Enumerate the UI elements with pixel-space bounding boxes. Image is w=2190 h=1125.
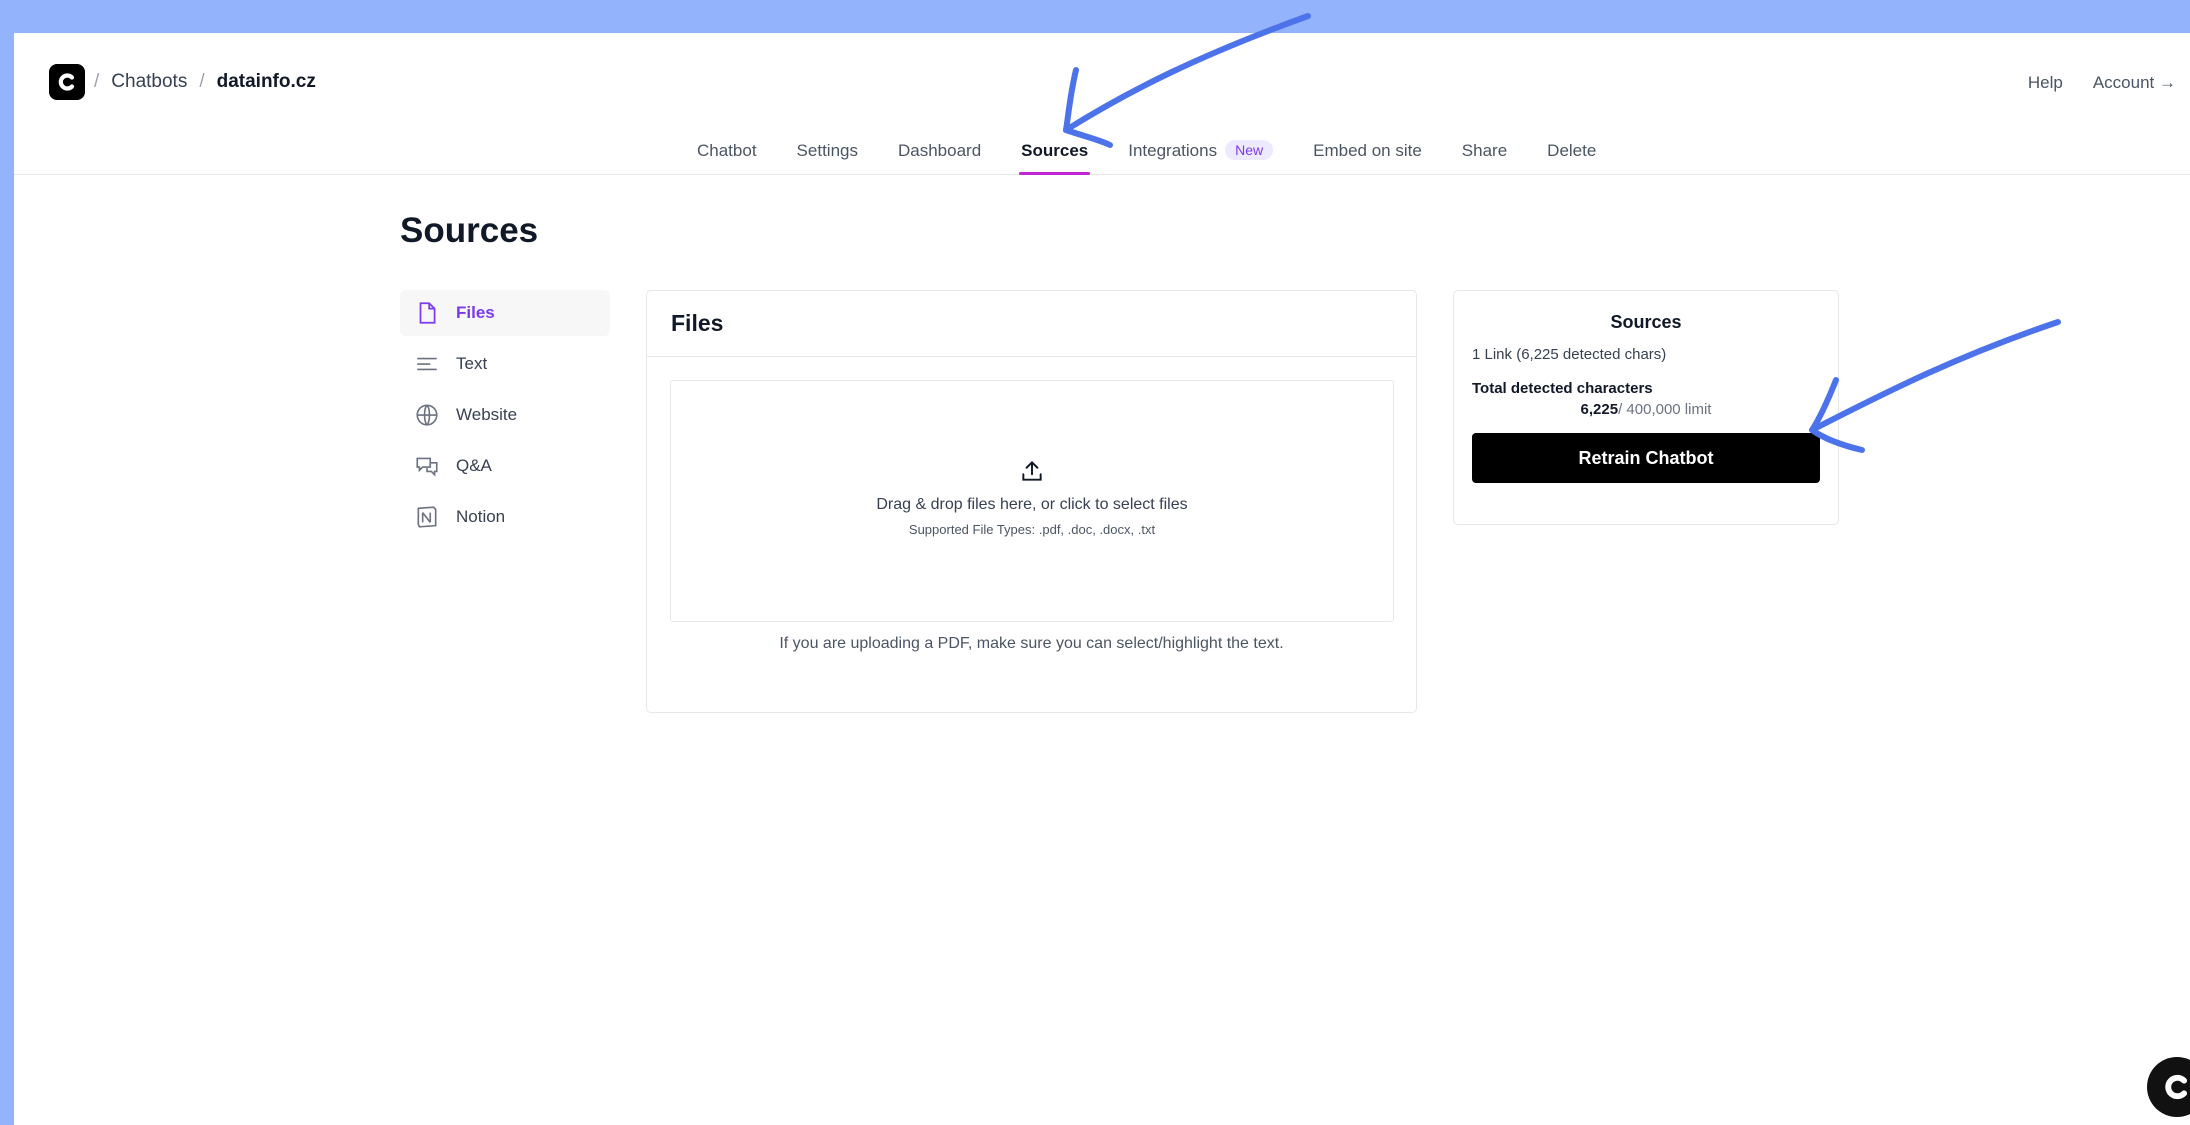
tab-label: Chatbot [697, 141, 757, 160]
sources-summary-panel: Sources 1 Link (6,225 detected chars) To… [1453, 290, 1839, 525]
help-link[interactable]: Help [2028, 73, 2063, 93]
side-item-label: Notion [456, 507, 506, 526]
chatbase-logo[interactable] [49, 64, 85, 100]
tab-label: Embed on site [1313, 141, 1422, 160]
side-item-text[interactable]: Text [400, 341, 610, 387]
tab-bar: Chatbot Settings Dashboard Sources Integ… [677, 140, 1616, 175]
breadcrumb-chatbots[interactable]: Chatbots [111, 71, 187, 93]
globe-icon [416, 404, 438, 426]
character-count-value: 6,225 [1580, 401, 1619, 418]
pdf-note: If you are uploading a PDF, make sure yo… [779, 635, 1284, 652]
side-item-qa[interactable]: Q&A [400, 443, 610, 489]
tab-sources[interactable]: Sources [1001, 141, 1108, 175]
notion-icon [417, 506, 437, 528]
side-item-label: Q&A [456, 456, 492, 475]
tab-integrations[interactable]: Integrations New [1108, 140, 1293, 175]
sources-summary-title: Sources [1610, 312, 1682, 332]
side-item-files[interactable]: Files [400, 290, 610, 336]
text-lines-icon [417, 357, 437, 371]
header-links: Help Account → [2028, 73, 2176, 93]
upload-icon [1022, 460, 1042, 481]
tab-delete[interactable]: Delete [1527, 141, 1616, 175]
chat-widget-launcher[interactable] [2147, 1057, 2190, 1117]
chat-bubbles-icon [416, 457, 438, 477]
retrain-chatbot-button[interactable]: Retrain Chatbot [1472, 433, 1820, 483]
dropzone-text: Drag & drop files here, or click to sele… [876, 495, 1188, 513]
side-item-notion[interactable]: Notion [400, 494, 610, 540]
links-summary: 1 Link (6,225 detected chars) [1472, 346, 1667, 363]
tab-embed[interactable]: Embed on site [1293, 141, 1442, 175]
total-characters-label: Total detected characters [1472, 380, 1653, 397]
files-panel: Files Drag & drop files here, or click t… [646, 290, 1417, 713]
character-limit: / 400,000 limit [1618, 401, 1712, 418]
page-title: Sources [400, 211, 539, 250]
logo-c-icon [2165, 1074, 2188, 1100]
tab-label: Integrations [1128, 141, 1218, 160]
breadcrumb-current[interactable]: datainfo.cz [217, 71, 316, 93]
tab-label: Dashboard [897, 141, 982, 160]
supported-file-types: Supported File Types: .pdf, .doc, .docx,… [908, 521, 1156, 537]
file-icon [419, 302, 436, 324]
logo-c-icon [58, 73, 75, 91]
side-item-label: Website [456, 405, 518, 424]
side-item-label: Files [456, 303, 495, 322]
new-badge: New [1225, 140, 1274, 160]
tab-label: Sources [1021, 141, 1089, 160]
tab-settings[interactable]: Settings [777, 141, 878, 175]
tab-dashboard[interactable]: Dashboard [878, 141, 1001, 175]
side-item-website[interactable]: Website [400, 392, 610, 438]
tab-label: Delete [1547, 141, 1597, 160]
top-header: / Chatbots / datainfo.cz Help Account → … [14, 33, 2190, 175]
tab-share[interactable]: Share [1442, 141, 1527, 175]
file-dropzone[interactable]: Drag & drop files here, or click to sele… [670, 380, 1394, 622]
tab-label: Share [1461, 141, 1508, 160]
account-link[interactable]: Account → [2093, 73, 2176, 93]
files-panel-title: Files [647, 291, 1416, 357]
tab-label: Settings [796, 141, 858, 160]
tab-chatbot[interactable]: Chatbot [677, 141, 777, 175]
app-window: / Chatbots / datainfo.cz Help Account → … [14, 33, 2190, 1125]
sources-side-nav: Files Text Website Q&A Notion [400, 290, 610, 545]
character-count: 6,225/ 400,000 limit [1472, 401, 1820, 418]
side-item-label: Text [456, 354, 488, 373]
breadcrumb: / Chatbots / datainfo.cz [94, 71, 316, 93]
